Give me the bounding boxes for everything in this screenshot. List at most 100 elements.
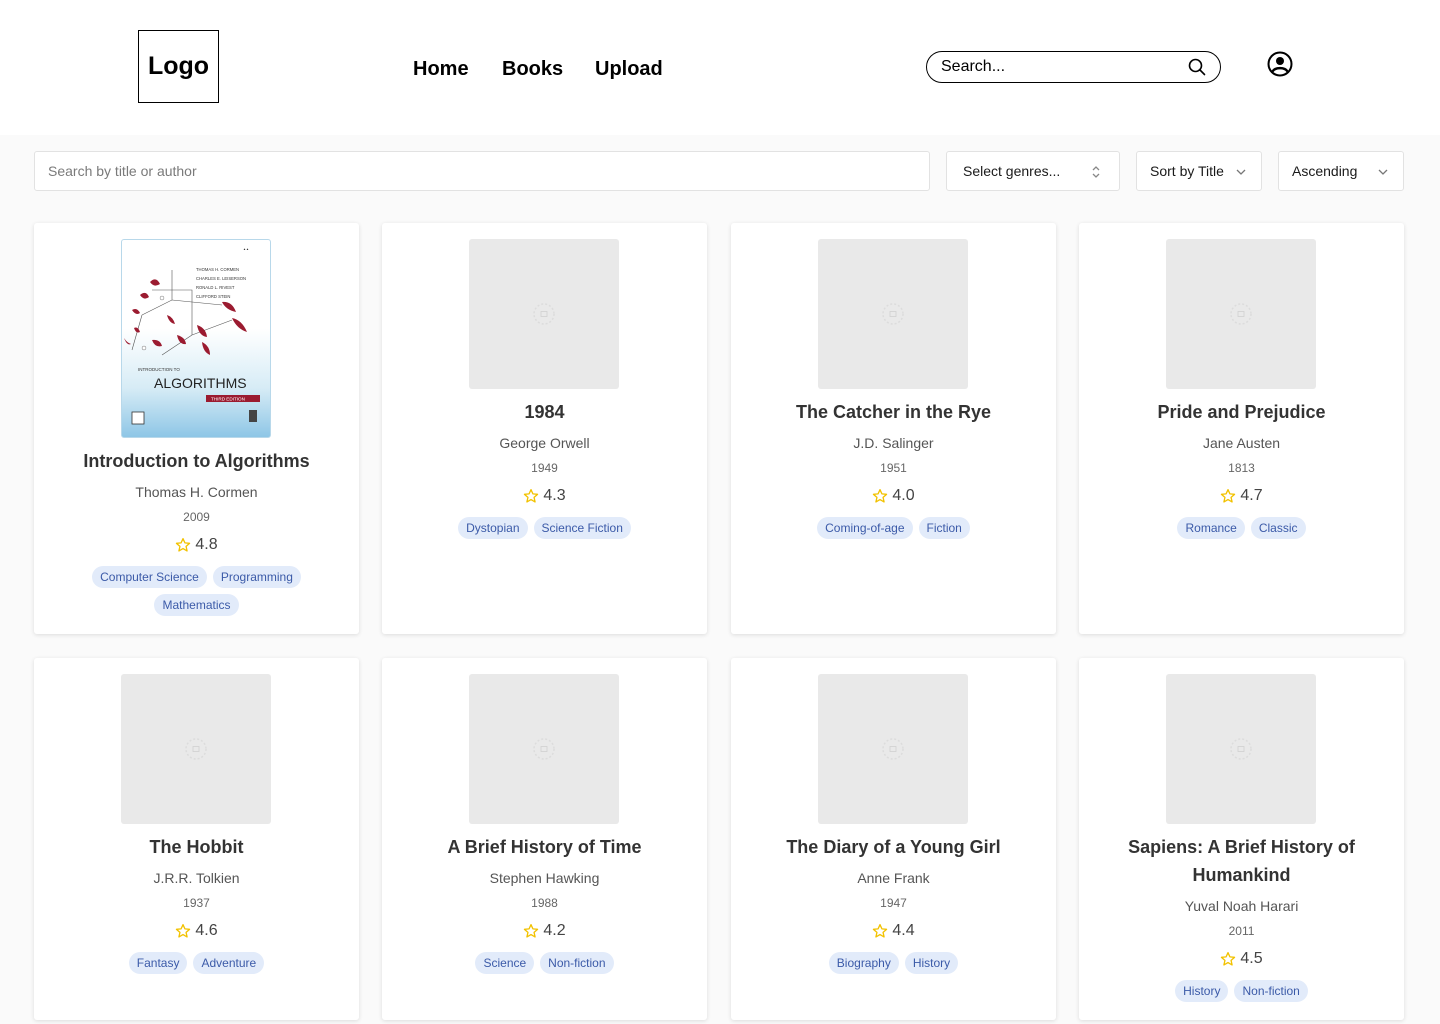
genre-tag[interactable]: Mathematics	[154, 594, 239, 616]
genre-tag[interactable]: Science	[475, 952, 535, 974]
book-author: Anne Frank	[857, 870, 930, 886]
account-icon[interactable]	[1267, 51, 1293, 77]
cover-edition: THIRD EDITION	[211, 397, 245, 402]
updown-chevron-icon	[1092, 166, 1100, 178]
genre-tag[interactable]: Dystopian	[458, 517, 528, 539]
rating-value: 4.7	[1240, 487, 1263, 504]
cover-title: ALGORITHMS	[154, 375, 247, 391]
chevron-down-icon	[1236, 169, 1246, 175]
sort-select-label: Sort by Title	[1150, 163, 1224, 179]
book-card[interactable]: Sapiens: A Brief History of Humankind Yu…	[1079, 658, 1404, 1020]
book-cover-placeholder	[1166, 239, 1316, 389]
rating-value: 4.0	[892, 487, 915, 504]
algorithms-cover-art: THOMAS H. CORMEN CHARLES E. LEISERSON RO…	[124, 244, 260, 425]
book-cover-placeholder	[818, 674, 968, 824]
book-rating: 4.3	[382, 487, 707, 505]
genre-tag[interactable]: Adventure	[193, 952, 265, 974]
book-card[interactable]: 1984 George Orwell 1949 4.3 Dystopian Sc…	[382, 223, 707, 634]
title-author-search	[34, 151, 930, 191]
rating-value: 4.2	[543, 922, 566, 939]
star-icon	[1221, 952, 1236, 966]
svg-text:▲▲: ▲▲	[243, 247, 249, 251]
cover-pretitle: INTRODUCTION TO	[138, 367, 180, 372]
order-select-label: Ascending	[1292, 163, 1358, 179]
genre-tag[interactable]: Non-fiction	[1234, 980, 1308, 1002]
rating-value: 4.6	[195, 922, 218, 939]
genre-select[interactable]: Select genres...	[946, 151, 1120, 191]
book-rating: 4.5	[1079, 950, 1404, 968]
book-title[interactable]: The Catcher in the Rye	[741, 398, 1046, 426]
book-author: George Orwell	[499, 435, 590, 451]
book-cover-placeholder	[469, 674, 619, 824]
genre-tag[interactable]: Non-fiction	[540, 952, 614, 974]
genre-tag[interactable]: History	[904, 952, 959, 974]
book-cover-image: THOMAS H. CORMEN CHARLES E. LEISERSON RO…	[121, 239, 271, 438]
book-author: Yuval Noah Harari	[1184, 898, 1299, 914]
book-year: 1949	[531, 461, 558, 475]
cover-author-1: THOMAS H. CORMEN	[196, 267, 239, 272]
genre-tag[interactable]: Programming	[212, 566, 301, 588]
chevron-down-icon	[1378, 169, 1388, 175]
header-search-input[interactable]	[941, 56, 1176, 78]
book-rating: 4.0	[731, 487, 1056, 505]
image-placeholder-icon	[1230, 738, 1252, 760]
nav-books[interactable]: Books	[502, 58, 563, 81]
book-card[interactable]: The Hobbit J.R.R. Tolkien 1937 4.6 Fanta…	[34, 658, 359, 1020]
book-title[interactable]: 1984	[392, 398, 697, 426]
book-card[interactable]: The Catcher in the Rye J.D. Salinger 195…	[731, 223, 1056, 634]
header-search-box	[926, 51, 1221, 83]
book-title[interactable]: A Brief History of Time	[392, 833, 697, 861]
genre-tag[interactable]: Classic	[1250, 517, 1306, 539]
genre-tags: Coming-of-age Fiction	[771, 517, 1016, 539]
book-year: 1813	[1228, 461, 1255, 475]
sort-select[interactable]: Sort by Title	[1136, 151, 1262, 191]
nav-home[interactable]: Home	[413, 58, 469, 81]
book-author: J.R.R. Tolkien	[153, 870, 240, 886]
genre-tag[interactable]: Coming-of-age	[817, 517, 913, 539]
rating-value: 4.5	[1240, 950, 1263, 967]
book-card[interactable]: A Brief History of Time Stephen Hawking …	[382, 658, 707, 1020]
book-title[interactable]: Introduction to Algorithms	[44, 447, 349, 475]
search-icon[interactable]	[1188, 58, 1206, 76]
image-placeholder-icon	[533, 303, 555, 325]
book-rating: 4.6	[34, 922, 359, 940]
genre-tag[interactable]: Fantasy	[128, 952, 188, 974]
rating-value: 4.4	[892, 922, 915, 939]
book-title[interactable]: Pride and Prejudice	[1089, 398, 1394, 426]
book-author: Stephen Hawking	[489, 870, 600, 886]
star-icon	[176, 538, 191, 552]
book-title[interactable]: The Hobbit	[44, 833, 349, 861]
book-rating: 4.2	[382, 922, 707, 940]
book-card[interactable]: The Diary of a Young Girl Anne Frank 194…	[731, 658, 1056, 1020]
cover-author-2: CHARLES E. LEISERSON	[196, 276, 246, 281]
book-year: 2009	[183, 510, 210, 524]
book-year: 1937	[183, 896, 210, 910]
star-icon	[524, 489, 539, 503]
nav-upload[interactable]: Upload	[595, 58, 663, 81]
image-placeholder-icon	[533, 738, 555, 760]
genre-select-label: Select genres...	[963, 163, 1061, 179]
book-cover-placeholder	[469, 239, 619, 389]
genre-tag[interactable]: Romance	[1177, 517, 1245, 539]
genre-tags: History Non-fiction	[1119, 980, 1364, 1002]
book-title[interactable]: The Diary of a Young Girl	[741, 833, 1046, 861]
genre-tags: Romance Classic	[1119, 517, 1364, 539]
book-title[interactable]: Sapiens: A Brief History of Humankind	[1114, 833, 1369, 889]
genre-tag[interactable]: Fiction	[918, 517, 970, 539]
genre-tag[interactable]: Biography	[828, 952, 899, 974]
book-rating: 4.4	[731, 922, 1056, 940]
book-author: Jane Austen	[1202, 435, 1281, 451]
genre-tag[interactable]: Computer Science	[92, 566, 207, 588]
title-author-search-input[interactable]	[35, 152, 929, 190]
star-icon	[873, 489, 888, 503]
book-card[interactable]: THOMAS H. CORMEN CHARLES E. LEISERSON RO…	[34, 223, 359, 634]
image-placeholder-icon	[882, 303, 904, 325]
genre-tag[interactable]: Science Fiction	[533, 517, 631, 539]
book-card[interactable]: Pride and Prejudice Jane Austen 1813 4.7…	[1079, 223, 1404, 634]
logo[interactable]: Logo	[138, 30, 219, 103]
genre-tags: Biography History	[771, 952, 1016, 974]
book-author: J.D. Salinger	[853, 435, 934, 451]
genre-tag[interactable]: History	[1175, 980, 1229, 1002]
order-select[interactable]: Ascending	[1278, 151, 1404, 191]
genre-tags: Science Non-fiction	[422, 952, 667, 974]
